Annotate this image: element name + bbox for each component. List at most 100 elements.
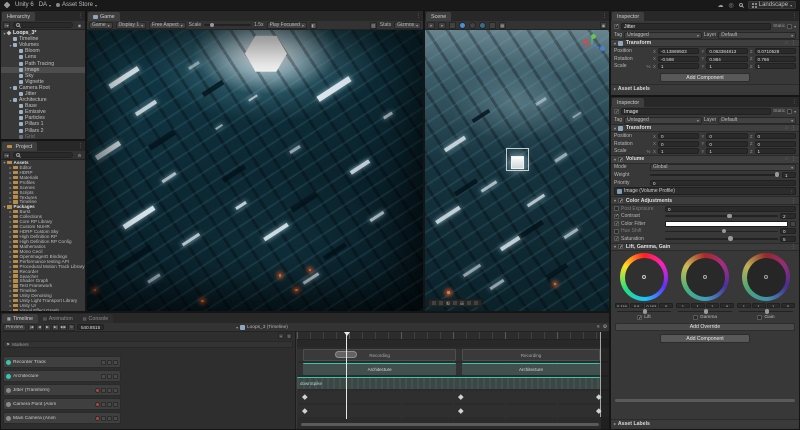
project-search-input[interactable]: [13, 152, 73, 158]
current-frame-field[interactable]: 540.8515: [77, 324, 104, 331]
override-checkbox[interactable]: [693, 315, 698, 320]
scene-viewport[interactable]: ↻ ▭: [425, 30, 609, 311]
hierarchy-search-input[interactable]: [13, 22, 73, 28]
selected-cube-gizmo[interactable]: [511, 156, 524, 169]
panel-menu-icon[interactable]: ⋮: [78, 143, 83, 149]
add-component-button[interactable]: Add Component: [660, 73, 750, 82]
display-dropdown[interactable]: Display 1▾: [116, 22, 146, 29]
wheel-value-field[interactable]: 1: [691, 303, 705, 309]
rect-tool-icon[interactable]: ▭: [459, 300, 465, 306]
track-header[interactable]: Architecture: [3, 370, 121, 382]
rotate-tool-icon[interactable]: ↻: [445, 300, 451, 306]
timeline-clip[interactable]: downSpike: [297, 377, 600, 389]
timeline-clip[interactable]: Recording: [462, 349, 599, 361]
layout-dropdown[interactable]: Landscape▾: [748, 1, 796, 9]
track-menu[interactable]: [113, 388, 118, 393]
param-field[interactable]: 2: [780, 213, 796, 219]
track-menu[interactable]: [113, 360, 118, 365]
scale-slider[interactable]: [204, 24, 251, 25]
override-enabled-checkbox[interactable]: [618, 198, 623, 203]
lighting-toggle-icon[interactable]: [459, 22, 466, 29]
lift-gamma-gain-header[interactable]: ▾ Lift, Gamma, Gain ⋮: [611, 243, 799, 251]
wheel-value-field[interactable]: 1: [752, 303, 766, 309]
param-slider[interactable]: [665, 231, 778, 232]
timeline-clip[interactable]: Architecture: [303, 363, 456, 375]
wheel-value-field[interactable]: 1: [737, 303, 751, 309]
lock-toggle[interactable]: [107, 360, 112, 365]
scale-link-icon[interactable]: %: [646, 64, 651, 69]
axis-x-handle[interactable]: [583, 39, 588, 44]
weight-slider[interactable]: [650, 174, 780, 175]
track-header[interactable]: Main Camera (Anim: [3, 412, 121, 424]
asset-labels-header[interactable]: ▸Asset Labels: [611, 419, 799, 427]
add-override-button[interactable]: Add Override: [615, 323, 795, 331]
transform-z-field[interactable]: 1: [755, 148, 796, 154]
lock-toggle[interactable]: [107, 374, 112, 379]
playhead-line[interactable]: [346, 332, 347, 419]
transform-z-field[interactable]: 0.766: [755, 56, 796, 62]
transform-component-header[interactable]: ▾ Transform ◌⋮: [611, 124, 799, 132]
wheel-value-field[interactable]: 0: [720, 303, 734, 309]
transform-x-field[interactable]: 0: [658, 133, 699, 139]
record-toggle[interactable]: [95, 388, 100, 393]
game-viewport[interactable]: [87, 30, 423, 311]
transform-z-field[interactable]: 0: [755, 133, 796, 139]
gizmos-dropdown[interactable]: Gizmos▾: [394, 22, 421, 29]
track-header[interactable]: Recorder Track: [3, 356, 121, 368]
collab-icon[interactable]: ◎: [728, 2, 733, 9]
mute-toggle[interactable]: [101, 374, 106, 379]
param-checkbox[interactable]: [614, 206, 619, 211]
wheel-slider[interactable]: [739, 311, 792, 312]
effects-toggle-icon[interactable]: [479, 22, 486, 29]
game-mode-dropdown[interactable]: Game▾: [89, 22, 113, 29]
trackball-lift[interactable]: 0.1190.60.1030Lift: [615, 253, 673, 320]
scale-tool-icon[interactable]: [452, 300, 458, 306]
weight-field[interactable]: 1: [782, 172, 796, 178]
hierarchy-item[interactable]: Grid: [1, 134, 85, 139]
playhead-handle[interactable]: [344, 332, 350, 336]
transform-y-field[interactable]: 0.884: [706, 56, 747, 62]
goto-end-button[interactable]: ▶▶: [60, 324, 67, 331]
transform-x-field[interactable]: 1: [658, 63, 699, 69]
color-adjustments-header[interactable]: ▾ Color Adjustments ⋮: [611, 196, 799, 204]
inspector-scrollbar[interactable]: [615, 399, 795, 403]
panel-menu-icon[interactable]: ⋮: [792, 13, 797, 19]
param-slider[interactable]: [665, 215, 778, 216]
wheel-value-field[interactable]: 0: [781, 303, 795, 309]
debug-mode-dropdown[interactable]: ▾: [438, 22, 446, 29]
trackball-gamma[interactable]: 1110Gamma: [676, 253, 734, 320]
mute-toggle[interactable]: [101, 388, 106, 393]
timeline-clip-area[interactable]: RecordingRecordingArchitectureArchitectu…: [297, 332, 609, 429]
hidden-objects-icon[interactable]: [489, 22, 496, 29]
param-checkbox[interactable]: [614, 236, 619, 241]
tab-hierarchy[interactable]: Hierarchy: [2, 12, 35, 21]
add-track-button[interactable]: +: [278, 333, 284, 339]
param-field[interactable]: 0: [780, 228, 796, 234]
edit-in-animation-icon[interactable]: ≡: [597, 325, 600, 330]
priority-field[interactable]: 0: [650, 180, 796, 186]
timeline-settings-icon[interactable]: ⚙: [603, 325, 607, 330]
slider-thumb[interactable]: [727, 214, 732, 219]
transform-y-field[interactable]: 0: [706, 141, 747, 147]
draw-mode-dropdown[interactable]: ▾: [427, 22, 435, 29]
keyframe-diamond[interactable]: [302, 394, 307, 399]
record-toggle[interactable]: [95, 402, 100, 407]
move-tool-icon[interactable]: [438, 300, 444, 306]
volume-mode-dropdown[interactable]: Global▾: [650, 164, 796, 171]
tab-scene[interactable]: Scene: [426, 12, 451, 21]
param-checkbox[interactable]: [614, 214, 619, 219]
vsync-icon[interactable]: ▥: [370, 22, 377, 29]
transform-y-field[interactable]: 0: [706, 133, 747, 139]
context-menu-icon[interactable]: ⋮: [791, 125, 796, 131]
markers-row[interactable]: ⚑ Markers: [3, 341, 293, 348]
mute-audio-icon[interactable]: ◧: [310, 22, 317, 29]
volume-profile-box[interactable]: Image (Volume Profile) ⋮: [614, 187, 796, 195]
transform-z-field[interactable]: 0.0710528: [755, 48, 796, 54]
track-menu[interactable]: [113, 416, 118, 421]
scale-link-icon[interactable]: %: [646, 149, 651, 154]
param-field[interactable]: 5: [780, 236, 796, 242]
slider-thumb[interactable]: [728, 236, 733, 241]
help-icon[interactable]: ◌: [785, 125, 788, 131]
asset-store-dropdown[interactable]: Asset Store▾: [56, 2, 97, 8]
context-menu-icon[interactable]: ⋮: [791, 156, 796, 162]
